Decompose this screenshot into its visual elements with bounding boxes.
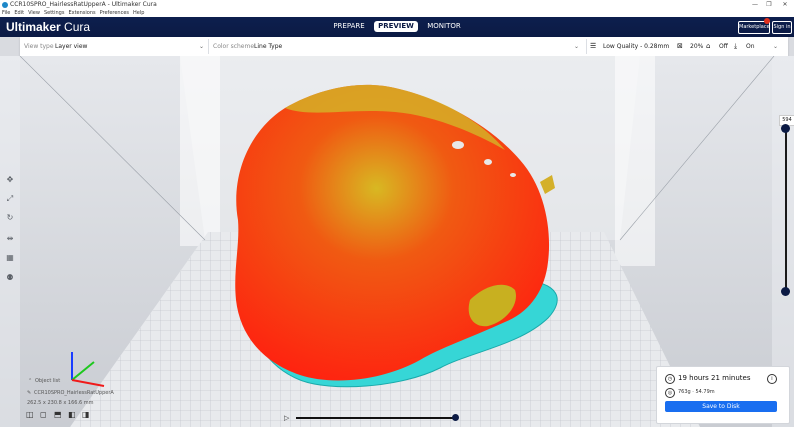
view-front-icon[interactable]: ◻ (40, 410, 47, 419)
adhesion-icon: ⤓ (734, 42, 738, 50)
minimize-button[interactable]: — (748, 0, 762, 10)
build-volume-pillar-right (615, 56, 655, 266)
view-3d-icon[interactable]: ◫ (26, 410, 34, 419)
object-dimensions: 262.5 x 230.8 x 166.6 mm (27, 400, 94, 406)
menu-file[interactable]: File (2, 10, 10, 16)
infill-icon: ⊠ (677, 42, 683, 50)
menu-extensions[interactable]: Extensions (68, 10, 95, 16)
menu-bar: File Edit View Settings Extensions Preference… (0, 10, 794, 17)
logo-light: Cura (60, 20, 91, 34)
title-bar: CCR10SPRO_HairlessRatUpperA - Ultimaker … (0, 0, 794, 10)
chevron-down-icon[interactable]: ⌄ (773, 43, 778, 50)
view-left-icon[interactable]: ◧ (68, 410, 76, 419)
object-list-label[interactable]: Object list (35, 378, 60, 384)
support-value[interactable]: Off (719, 43, 728, 50)
chevron-down-icon[interactable]: ⌄ (199, 43, 204, 50)
layer-progress-track[interactable] (296, 417, 456, 419)
pencil-icon: ✎ (27, 390, 32, 396)
material-spool-icon: ◎ (665, 388, 675, 398)
view-type-select[interactable]: Layer view (55, 43, 87, 50)
move-icon[interactable]: ✥ (4, 174, 16, 186)
menu-view[interactable]: View (28, 10, 40, 16)
view-right-icon[interactable]: ◨ (82, 410, 90, 419)
build-volume-pillar-left (180, 56, 220, 246)
infill-value[interactable]: 20% (690, 43, 703, 50)
layer-slider-bottom-handle[interactable] (781, 287, 790, 296)
menu-edit[interactable]: Edit (14, 10, 24, 16)
clock-icon: ◷ (665, 374, 675, 384)
info-icon[interactable]: i (767, 374, 777, 384)
tab-preview[interactable]: PREVIEW (374, 21, 418, 32)
model-hole (452, 141, 464, 149)
play-icon[interactable]: ▷ (284, 414, 289, 422)
print-time: 19 hours 21 minutes (678, 374, 751, 382)
material-usage: 763g · 54.79m (678, 389, 715, 395)
adhesion-value[interactable]: On (746, 43, 755, 50)
chevron-down-icon[interactable]: ⌄ (574, 43, 579, 50)
divider (208, 39, 209, 54)
maximize-button[interactable]: ❐ (762, 0, 776, 10)
layer-slider-top-handle[interactable] (781, 124, 790, 133)
menu-help[interactable]: Help (133, 10, 144, 16)
close-button[interactable]: ✕ (778, 0, 792, 10)
tab-monitor[interactable]: MONITOR (424, 21, 464, 32)
tab-prepare[interactable]: PREPARE (330, 21, 368, 32)
notification-badge (764, 18, 770, 24)
save-to-disk-button[interactable]: Save to Disk (665, 401, 777, 412)
model-hole (510, 173, 516, 177)
rotate-icon[interactable]: ↻ (4, 212, 16, 224)
print-quality-setting[interactable]: Low Quality - 0.28mm (603, 43, 669, 50)
support-icon: ⌂ (706, 42, 711, 50)
mirror-icon[interactable]: ⇹ (4, 233, 16, 245)
cura-app-icon (2, 2, 8, 8)
color-scheme-label: Color scheme (213, 43, 255, 50)
window-title: CCR10SPRO_HairlessRatUpperA - Ultimaker … (10, 1, 157, 8)
support-blocker-icon[interactable]: ⚉ (4, 272, 16, 284)
layer-slider-track[interactable] (785, 128, 787, 291)
layer-progress-handle[interactable] (452, 414, 459, 421)
scale-icon[interactable]: ⤢ (4, 193, 16, 205)
logo-bold: Ultimaker (6, 20, 61, 34)
view-top-icon[interactable]: ⬒ (54, 410, 62, 419)
color-scheme-select[interactable]: Line Type (254, 43, 282, 50)
quality-sliders-icon: ☰ (590, 42, 597, 50)
per-model-settings-icon[interactable]: ▦ (4, 252, 16, 264)
object-list-chevron-icon[interactable]: ⌃ (28, 378, 32, 384)
ultimaker-cura-logo: Ultimaker Cura (6, 20, 90, 34)
object-name: CCR10SPRO_HairlessRatUpperA (34, 390, 114, 396)
view-toolbar (20, 37, 788, 57)
model-hole (484, 159, 492, 165)
menu-preferences[interactable]: Preferences (100, 10, 129, 16)
menu-settings[interactable]: Settings (44, 10, 65, 16)
divider (586, 39, 587, 54)
view-type-label: View type (24, 43, 54, 50)
sign-in-button[interactable]: Sign in (772, 21, 792, 34)
